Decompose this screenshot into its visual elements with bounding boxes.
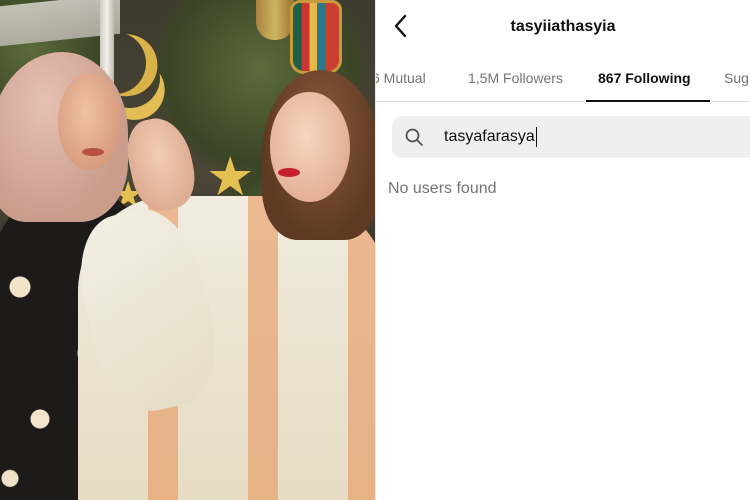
person-right-face [270, 92, 350, 202]
lantern-decoration [290, 0, 342, 74]
tab-suggested[interactable]: Sug [724, 56, 749, 102]
lantern-decoration [256, 0, 294, 40]
search-input-value: tasyafarasya [444, 128, 535, 146]
person-left-lips [82, 148, 104, 156]
profile-username: tasyiiathasyia [510, 18, 616, 35]
empty-results-message: No users found [388, 180, 497, 197]
following-panel: tasyiiathasyia 6 Mutual 1,5M Followers 8… [376, 0, 750, 500]
search-icon [405, 128, 423, 146]
tab-mutual[interactable]: 6 Mutual [376, 56, 426, 102]
tab-following[interactable]: 867 Following [598, 56, 691, 102]
text-caret [535, 127, 537, 147]
photo-panel: ★ ★ [0, 0, 376, 500]
search-bar[interactable]: tasyafarasya [392, 116, 750, 158]
search-input[interactable]: tasyafarasya [444, 127, 537, 147]
person-right-lips [278, 168, 300, 177]
tab-bar: 6 Mutual 1,5M Followers 867 Following Su… [376, 56, 750, 102]
active-tab-indicator [586, 100, 710, 102]
tab-followers[interactable]: 1,5M Followers [468, 56, 563, 102]
